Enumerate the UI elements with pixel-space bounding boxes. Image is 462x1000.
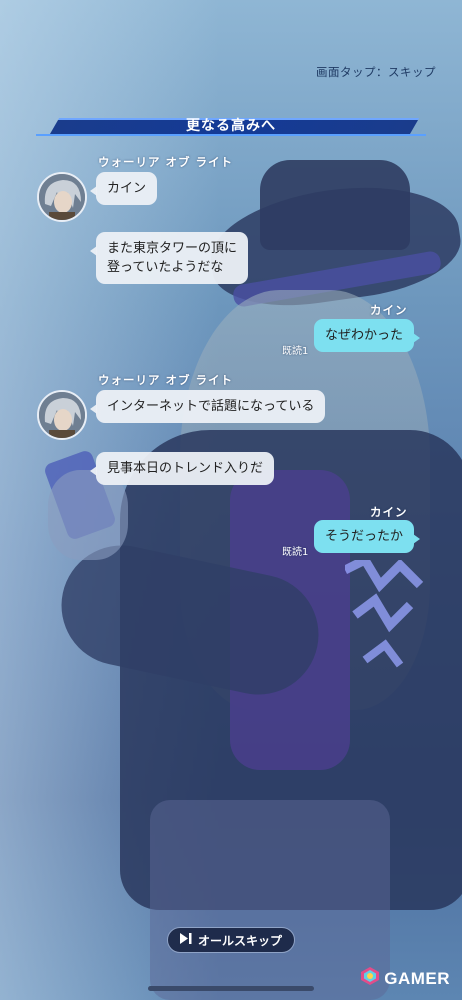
message-line: 登っていたようだな (107, 260, 224, 275)
home-indicator[interactable] (148, 986, 314, 991)
chapter-title-banner: 更なる高みへ (36, 116, 426, 138)
gamer-watermark: GAMER (360, 966, 450, 991)
tap-to-skip-hint[interactable]: 画面タップ：スキップ (316, 64, 436, 80)
speaker-name: ウォーリア オブ ライト (98, 155, 234, 169)
message-bubble: インターネットで話題になっている (89, 390, 326, 423)
warrior-of-light-avatar (37, 172, 87, 222)
read-receipt: 既読1 (282, 346, 309, 357)
skip-forward-icon (179, 933, 192, 947)
message-bubble: カイン (89, 172, 158, 205)
speaker-name: ウォーリア オブ ライト (98, 373, 234, 387)
message-bubble: なぜわかった (314, 319, 421, 352)
speaker-name: カイン (370, 505, 408, 519)
all-skip-label: オールスキップ (197, 933, 282, 948)
warrior-of-light-avatar (37, 390, 87, 440)
watermark-text: GAMER (384, 968, 450, 988)
message-bubble: また東京タワーの頂に 登っていたようだな (89, 232, 249, 284)
message-line: また東京タワーの頂に (107, 241, 238, 256)
speaker-name: カイン (370, 303, 408, 317)
chapter-title: 更なる高みへ (186, 118, 276, 134)
read-receipt: 既読1 (282, 547, 309, 558)
message-bubble: 見事本日のトレンド入りだ (89, 452, 275, 485)
background-scene (0, 0, 462, 1000)
all-skip-button[interactable]: オールスキップ (167, 927, 295, 953)
gamer-logo-icon (360, 966, 380, 991)
message-bubble: そうだったか (314, 520, 421, 553)
